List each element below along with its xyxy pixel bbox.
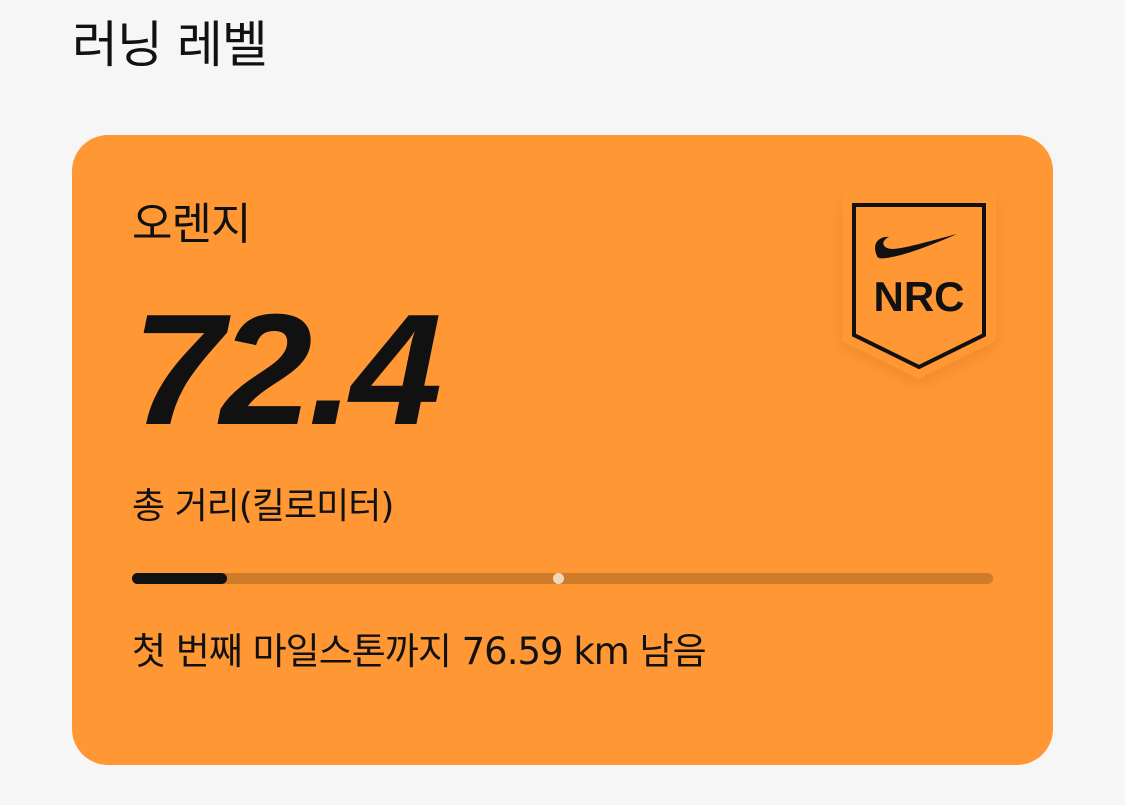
total-distance-value: 72.4 [132, 282, 442, 458]
level-name: 오렌지 [132, 199, 251, 250]
total-distance-label: 총 거리(킬로미터) [132, 486, 394, 527]
running-level-card[interactable]: 오렌지 72.4 총 거리(킬로미터) 첫 번째 마일스톤까지 76.59 km… [72, 135, 1053, 765]
level-progress-bar [132, 573, 993, 584]
badge-nrc-text: NRC [874, 273, 965, 320]
milestone-marker [553, 573, 564, 584]
nrc-badge-icon: NRC [842, 193, 996, 379]
milestone-remaining-text: 첫 번째 마일스톤까지 76.59 km 남음 [132, 630, 707, 673]
level-progress-fill [132, 573, 227, 584]
section-title: 러닝 레벨 [72, 16, 268, 74]
